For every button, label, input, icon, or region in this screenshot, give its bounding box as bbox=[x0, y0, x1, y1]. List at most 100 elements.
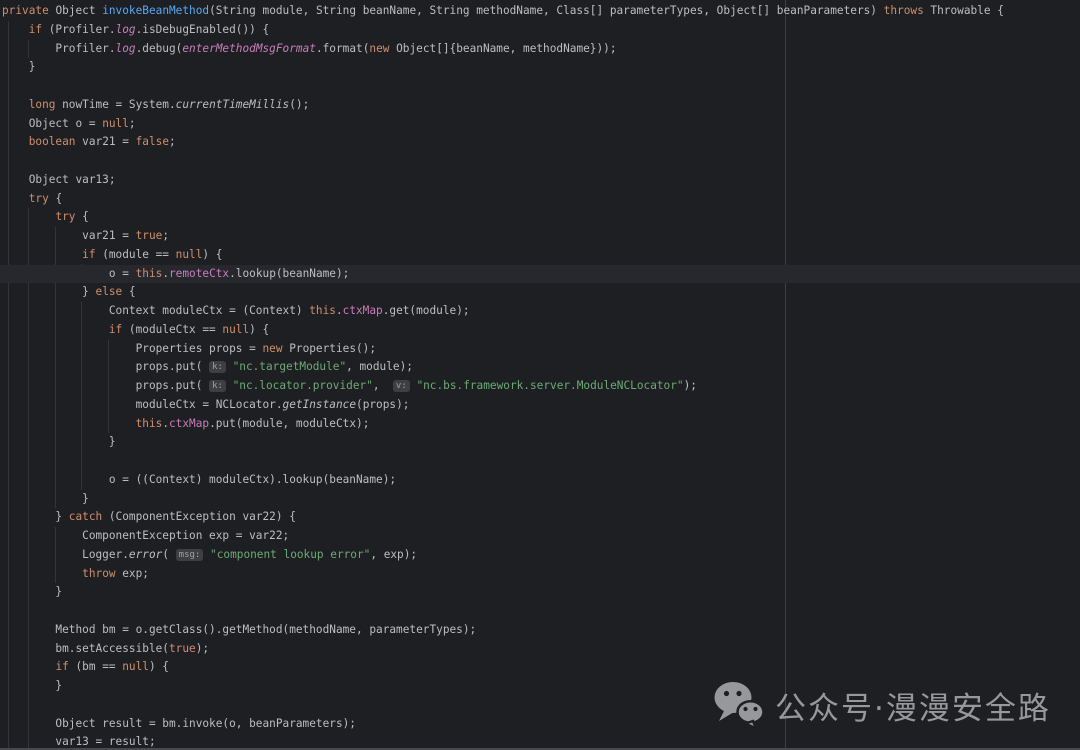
code-line[interactable]: Profiler.log.debug(enterMethodMsgFormat.… bbox=[2, 40, 1080, 59]
code-line[interactable]: props.put( k: "nc.targetModule", module)… bbox=[2, 358, 1080, 377]
code-token: Object result = bm.invoke(o, beanParamet… bbox=[2, 717, 356, 730]
wechat-icon bbox=[712, 681, 764, 729]
code-line[interactable] bbox=[2, 152, 1080, 171]
code-token: throws bbox=[884, 4, 924, 17]
code-token: .get(module); bbox=[383, 304, 470, 317]
code-token: new bbox=[369, 42, 389, 55]
code-line[interactable]: this.ctxMap.put(module, moduleCtx); bbox=[2, 415, 1080, 434]
code-line[interactable] bbox=[2, 77, 1080, 96]
code-token: if bbox=[29, 23, 42, 36]
code-token: .isDebugEnabled()) { bbox=[136, 23, 270, 36]
code-line[interactable]: props.put( k: "nc.locator.provider", v: … bbox=[2, 377, 1080, 396]
code-token: (String module, String beanName, String … bbox=[209, 4, 884, 17]
code-line[interactable]: if (bm == null) { bbox=[2, 658, 1080, 677]
code-line[interactable]: } catch (ComponentException var22) { bbox=[2, 508, 1080, 527]
parameter-hint: v: bbox=[393, 380, 410, 392]
code-token: Object[]{beanName, methodName})); bbox=[389, 42, 616, 55]
code-token: Object var13; bbox=[2, 173, 116, 186]
code-token: } bbox=[2, 492, 89, 505]
code-line[interactable]: long nowTime = System.currentTimeMillis(… bbox=[2, 96, 1080, 115]
code-token bbox=[2, 98, 29, 111]
code-line[interactable]: if (moduleCtx == null) { bbox=[2, 321, 1080, 340]
code-line[interactable]: moduleCtx = NCLocator.getInstance(props)… bbox=[2, 396, 1080, 415]
code-line[interactable]: } else { bbox=[2, 283, 1080, 302]
code-token: (bm == bbox=[69, 660, 122, 673]
code-line[interactable]: Context moduleCtx = (Context) this.ctxMa… bbox=[2, 302, 1080, 321]
code-token: { bbox=[122, 285, 135, 298]
code-token: (Profiler. bbox=[42, 23, 115, 36]
code-line[interactable]: Logger.error( msg: "component lookup err… bbox=[2, 546, 1080, 565]
code-line[interactable]: } bbox=[2, 490, 1080, 509]
code-line[interactable]: } bbox=[2, 58, 1080, 77]
code-token: catch bbox=[69, 510, 102, 523]
code-token: ); bbox=[684, 379, 697, 392]
watermark-text: 公众号·漫漫安全路 bbox=[775, 683, 1051, 728]
code-token: try bbox=[29, 192, 49, 205]
code-line[interactable]: o = this.remoteCtx.lookup(beanName); bbox=[0, 265, 1080, 284]
code-token: Method bm = o.getClass().getMethod(metho… bbox=[2, 623, 476, 636]
code-token: ) { bbox=[149, 660, 169, 673]
code-line[interactable]: if (Profiler.log.isDebugEnabled()) { bbox=[2, 21, 1080, 40]
code-token bbox=[2, 23, 29, 36]
code-token: nowTime = System. bbox=[55, 98, 175, 111]
code-token: .format( bbox=[316, 42, 369, 55]
code-token: ) { bbox=[202, 248, 222, 261]
code-line[interactable]: try { bbox=[2, 190, 1080, 209]
code-token: } bbox=[2, 435, 116, 448]
code-token: try bbox=[55, 210, 75, 223]
code-token: .lookup(beanName); bbox=[229, 267, 349, 280]
code-token: boolean bbox=[29, 135, 76, 148]
code-token: } bbox=[2, 510, 69, 523]
code-token: } bbox=[2, 285, 96, 298]
code-token bbox=[2, 567, 82, 580]
code-line[interactable]: if (module == null) { bbox=[2, 246, 1080, 265]
code-token: , bbox=[373, 379, 393, 392]
code-token bbox=[2, 323, 109, 336]
code-line[interactable]: o = ((Context) moduleCtx).lookup(beanNam… bbox=[2, 471, 1080, 490]
code-token: ComponentException exp = var22; bbox=[2, 529, 289, 542]
code-token: props.put( bbox=[2, 379, 209, 392]
code-line[interactable]: } bbox=[2, 583, 1080, 602]
code-token: bm.setAccessible( bbox=[2, 642, 169, 655]
code-lines: private Object invokeBeanMethod(String m… bbox=[0, 0, 1080, 750]
code-line[interactable]: Object var13; bbox=[2, 171, 1080, 190]
code-token bbox=[2, 417, 136, 430]
code-line[interactable] bbox=[2, 602, 1080, 621]
code-line[interactable]: Properties props = new Properties(); bbox=[2, 340, 1080, 359]
code-line[interactable]: bm.setAccessible(true); bbox=[2, 640, 1080, 659]
code-token: (); bbox=[289, 98, 309, 111]
code-token bbox=[226, 379, 233, 392]
code-token: ); bbox=[196, 642, 209, 655]
code-line[interactable]: boolean var21 = false; bbox=[2, 133, 1080, 152]
code-line[interactable]: throw exp; bbox=[2, 565, 1080, 584]
code-token: this bbox=[136, 417, 163, 430]
code-line[interactable]: Method bm = o.getClass().getMethod(metho… bbox=[2, 621, 1080, 640]
code-token: false bbox=[136, 135, 169, 148]
code-token: ; bbox=[129, 117, 136, 130]
parameter-hint: msg: bbox=[176, 549, 204, 561]
code-line[interactable]: var21 = true; bbox=[2, 227, 1080, 246]
code-token: o = ((Context) moduleCtx).lookup(beanNam… bbox=[2, 473, 396, 486]
code-token: (moduleCtx == bbox=[122, 323, 222, 336]
code-token: exp; bbox=[116, 567, 149, 580]
parameter-hint: k: bbox=[209, 380, 226, 392]
code-token: . bbox=[162, 417, 169, 430]
code-token: , module); bbox=[346, 360, 413, 373]
code-token: Object bbox=[49, 4, 102, 17]
code-line[interactable]: Object o = null; bbox=[2, 115, 1080, 134]
code-line[interactable] bbox=[2, 452, 1080, 471]
code-line[interactable]: private Object invokeBeanMethod(String m… bbox=[2, 2, 1080, 21]
code-line[interactable]: } bbox=[2, 433, 1080, 452]
code-token: remoteCtx bbox=[169, 267, 229, 280]
code-token bbox=[2, 248, 82, 261]
code-token: (ComponentException var22) { bbox=[102, 510, 296, 523]
code-token: invokeBeanMethod bbox=[102, 4, 209, 17]
code-token: true bbox=[136, 229, 163, 242]
code-token: ctxMap bbox=[343, 304, 383, 317]
code-line[interactable]: try { bbox=[2, 208, 1080, 227]
code-line[interactable]: ComponentException exp = var22; bbox=[2, 527, 1080, 546]
code-token: . bbox=[336, 304, 343, 317]
code-token: getInstance bbox=[283, 398, 356, 411]
code-token: } bbox=[2, 60, 35, 73]
code-editor[interactable]: private Object invokeBeanMethod(String m… bbox=[0, 0, 1080, 750]
